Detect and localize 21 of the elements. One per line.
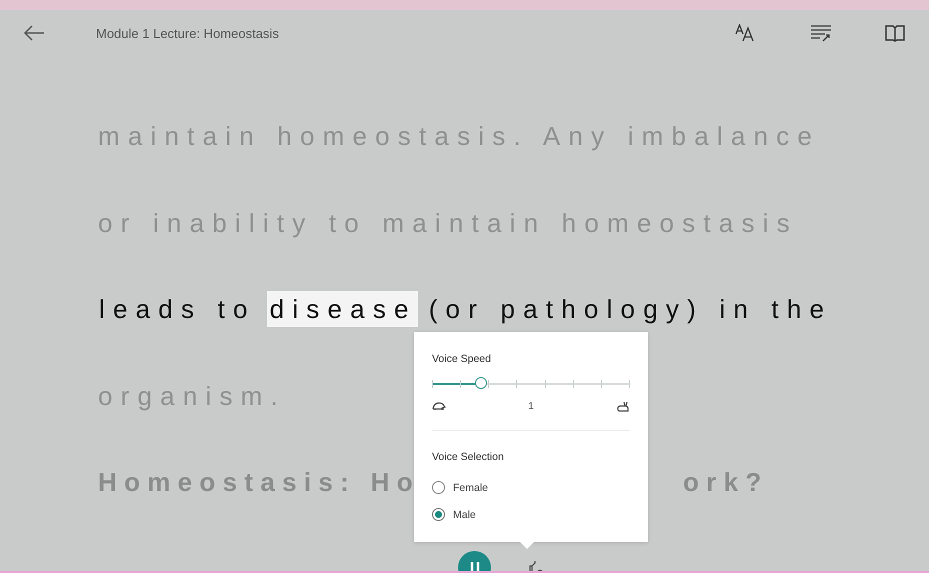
voice-speed-title: Voice Speed — [432, 353, 492, 365]
reading-text: leads to — [98, 293, 257, 326]
voice-speed-slider[interactable] — [432, 377, 629, 391]
voice-selection-title: Voice Selection — [432, 451, 505, 463]
book-icon[interactable] — [885, 24, 905, 42]
back-icon[interactable] — [23, 25, 45, 41]
heading-text: Homeostasis: Ho — [98, 466, 420, 499]
text-options-icon[interactable] — [810, 24, 832, 42]
reading-text: (or pathology) in the — [428, 293, 834, 326]
reading-text: or inability to maintain homeostasis — [98, 206, 798, 240]
rabbit-icon — [616, 401, 630, 412]
turtle-icon — [432, 402, 446, 411]
highlighted-word: disease — [266, 291, 418, 327]
reading-text: organism. — [98, 380, 286, 412]
reading-text: maintain homeostasis. Any imbalance — [98, 120, 820, 153]
voice-radio[interactable]: Female — [432, 481, 630, 494]
heading-text: ork? — [683, 466, 769, 499]
voice-radio[interactable]: Male — [432, 508, 630, 521]
document-title: Module 1 Lecture: Homeostasis — [96, 26, 279, 40]
pause-icon — [470, 560, 480, 571]
speed-value: 1 — [528, 401, 534, 412]
